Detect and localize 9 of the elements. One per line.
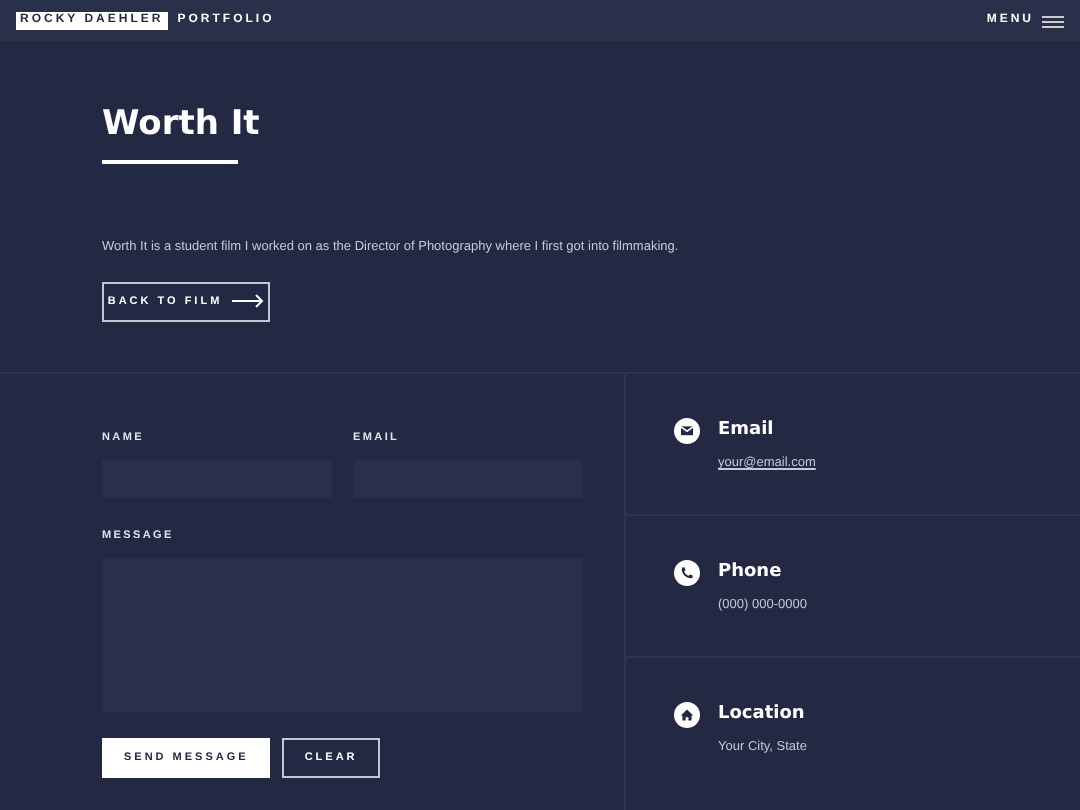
- menu-icon[interactable]: [1042, 15, 1064, 27]
- contact-title: Location: [718, 702, 807, 728]
- contact-title: Email: [718, 418, 776, 444]
- page-title: Worth It: [102, 102, 262, 146]
- house-icon: [674, 702, 700, 728]
- arrow-right-icon: [232, 294, 265, 309]
- envelope-icon: [674, 418, 700, 444]
- phone-icon: [674, 560, 700, 586]
- contact-title: Phone: [718, 560, 784, 586]
